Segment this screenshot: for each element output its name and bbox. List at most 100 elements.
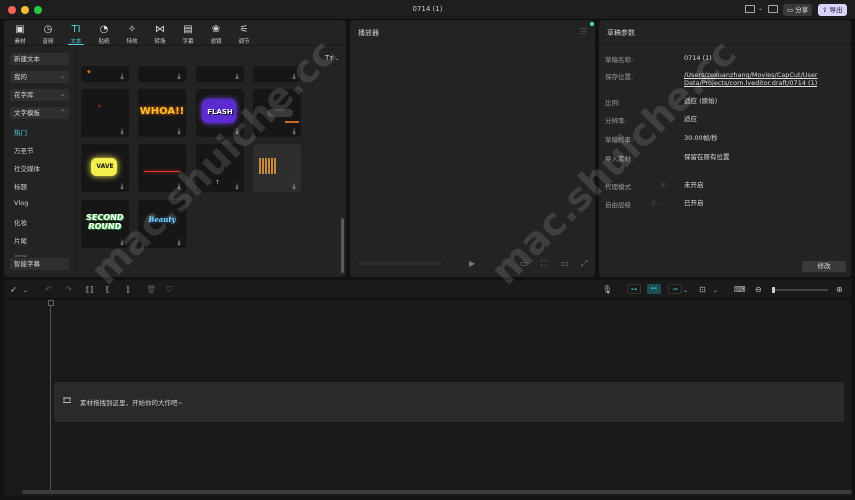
download-icon[interactable]: ⤓: [233, 72, 241, 80]
template-tile[interactable]: ⤓: [138, 144, 186, 192]
template-tile[interactable]: ◆ ⤓: [81, 66, 129, 82]
property-label: 草稿帧率:: [605, 136, 634, 144]
template-tile-flash[interactable]: FLASH ⤓: [196, 89, 244, 137]
download-icon[interactable]: ⤓: [290, 127, 298, 135]
template-tile-whoa[interactable]: WHOA!! ⤓: [138, 89, 186, 137]
download-icon[interactable]: ⤓: [233, 127, 241, 135]
fullscreen-icon[interactable]: ⤢: [581, 259, 587, 269]
sidebar-sub-makeup[interactable]: 化妆: [14, 217, 27, 227]
delete-icon[interactable]: 🗑: [146, 285, 156, 294]
tab-audio[interactable]: ◷ 音频: [37, 24, 59, 45]
tab-transition[interactable]: ⋈ 转场: [149, 24, 171, 45]
template-tile[interactable]: T ⤓: [196, 144, 244, 192]
redo-icon[interactable]: ↷: [65, 285, 72, 294]
template-tile[interactable]: ⤓: [253, 144, 301, 192]
sidebar-item-mine[interactable]: 我的 ⌄: [10, 71, 69, 83]
sidebar-sub-social[interactable]: 社交媒体: [14, 163, 40, 173]
main-track-dropzone[interactable]: 🎞 素材拖拽到这里，开始你的大作吧~: [54, 382, 844, 422]
split-icon[interactable]: ⟦⟧: [86, 285, 94, 294]
template-tile-vave[interactable]: VAVE ⤓: [81, 144, 129, 192]
download-icon[interactable]: ⤓: [233, 182, 241, 190]
chevron-down-icon[interactable]: ⌄: [683, 287, 688, 294]
zoom-out-icon[interactable]: ⊖: [755, 285, 762, 294]
undo-icon[interactable]: ↶: [45, 285, 52, 294]
sidebar-item-new-text[interactable]: 新建文本: [10, 53, 69, 65]
zoom-in-icon[interactable]: ⊕: [836, 285, 843, 294]
download-icon[interactable]: ⤓: [118, 238, 126, 246]
toolbar: ▣ 素材 ◷ 音频 TI 文本 ◔ 贴纸 ✧ 特效 ⋈ 转场 ▤ 字幕 ❀ 滤镜 ⚟ 调节: [4, 20, 346, 46]
library-scrollbar[interactable]: [341, 218, 344, 273]
text-icon: TI: [71, 24, 81, 35]
tab-sticker[interactable]: ◔ 贴纸: [93, 24, 115, 45]
chevron-down-icon[interactable]: ⌄: [758, 5, 763, 12]
property-value[interactable]: /Users/zexuanzhang/Movies/CapCut/User Da…: [684, 71, 834, 87]
template-tile-beauty[interactable]: Beauty ⤓: [138, 200, 186, 248]
template-tile[interactable]: ⤓: [138, 66, 186, 82]
property-value: 保留在原有位置: [684, 153, 730, 161]
template-tile-second-round[interactable]: SECOND ROUND ⤓: [81, 200, 129, 248]
tab-adjust[interactable]: ⚟ 调节: [233, 24, 255, 45]
property-value: 未开启: [684, 181, 704, 189]
property-value: 已开启: [684, 199, 704, 207]
sidebar-sub-hot[interactable]: 热门: [14, 127, 27, 137]
chevron-down-icon[interactable]: ⌄: [713, 287, 718, 294]
chevron-down-icon[interactable]: ⌄: [23, 287, 28, 294]
download-icon[interactable]: ⤓: [290, 72, 298, 80]
tab-text[interactable]: TI 文本: [65, 24, 87, 45]
tab-effects[interactable]: ✧ 特效: [121, 24, 143, 45]
property-label: 比例:: [605, 99, 621, 107]
download-icon[interactable]: ⤓: [175, 127, 183, 135]
main-track-magnet-icon[interactable]: ⊶: [627, 284, 641, 294]
trim-left-icon[interactable]: ⟦: [106, 285, 110, 294]
download-icon[interactable]: ⤓: [290, 182, 298, 190]
template-tile[interactable]: ✶ ⤓: [81, 89, 129, 137]
template-tile[interactable]: ⤓: [253, 66, 301, 82]
playhead-icon[interactable]: [48, 300, 54, 306]
sort-filter-button[interactable]: Tт ⌄: [325, 54, 339, 62]
template-tile[interactable]: ⤓: [196, 66, 244, 82]
download-icon[interactable]: ⤓: [118, 182, 126, 190]
preview-axis-icon[interactable]: ⊡: [699, 285, 706, 294]
sidebar-sub-title[interactable]: 标题: [14, 181, 27, 191]
scale-icon[interactable]: ▭: [520, 259, 528, 268]
info-icon[interactable]: ⓘ: [651, 199, 657, 207]
tab-filter[interactable]: ❀ 滤镜: [205, 24, 227, 45]
sidebar-sub-promo[interactable]: 促销: [14, 252, 27, 257]
trim-right-icon[interactable]: ⟧: [126, 285, 130, 294]
menu-icon[interactable]: ☰: [580, 27, 587, 36]
download-icon[interactable]: ⤓: [175, 72, 183, 80]
sidebar-sub-vlog[interactable]: Vlog: [14, 199, 28, 207]
subtitle-track-icon[interactable]: ⌨: [734, 285, 746, 294]
select-tool-icon[interactable]: ➶: [10, 285, 17, 294]
edit-button[interactable]: 修改: [802, 261, 846, 272]
auto-snap-icon[interactable]: ⊷: [647, 284, 661, 294]
microphone-icon[interactable]: 🎙: [602, 285, 612, 294]
playhead-line: [50, 306, 51, 491]
template-tile[interactable]: ⤓: [253, 89, 301, 137]
sidebar-item-smart-captions[interactable]: 智能字幕: [10, 258, 69, 270]
info-icon[interactable]: ⓘ: [661, 181, 667, 189]
sidebar-sub-ending[interactable]: 片尾: [14, 235, 27, 245]
ratio-icon[interactable]: ▭: [561, 259, 569, 268]
download-icon[interactable]: ⤓: [118, 72, 126, 80]
panel-toggle-icon[interactable]: [768, 5, 778, 13]
sidebar-sub-halloween[interactable]: 万圣节: [14, 145, 34, 155]
tab-captions[interactable]: ▤ 字幕: [177, 24, 199, 45]
zoom-slider[interactable]: [772, 289, 828, 291]
share-button[interactable]: ▭ 分享: [783, 4, 813, 16]
linkage-icon[interactable]: ⊸: [668, 284, 682, 294]
download-icon[interactable]: ⤓: [175, 182, 183, 190]
marker-icon[interactable]: ⛉: [166, 285, 172, 295]
download-icon[interactable]: ⤓: [175, 238, 183, 246]
effects-icon: ✧: [127, 24, 137, 35]
export-button[interactable]: ⇪ 导出: [818, 4, 847, 16]
zoom-slider-handle[interactable]: [772, 287, 775, 293]
play-icon[interactable]: ▶: [469, 259, 475, 268]
layout-icon[interactable]: [745, 5, 755, 13]
tab-media[interactable]: ▣ 素材: [9, 24, 31, 45]
sidebar-item-text-library[interactable]: 花字库 ⌄: [10, 89, 69, 101]
sidebar-item-text-templates[interactable]: 文字模板 ⌃: [10, 107, 69, 119]
download-icon[interactable]: ⤓: [118, 127, 126, 135]
timeline-scrollbar[interactable]: [22, 490, 852, 494]
crop-icon[interactable]: ⛶: [541, 259, 547, 269]
